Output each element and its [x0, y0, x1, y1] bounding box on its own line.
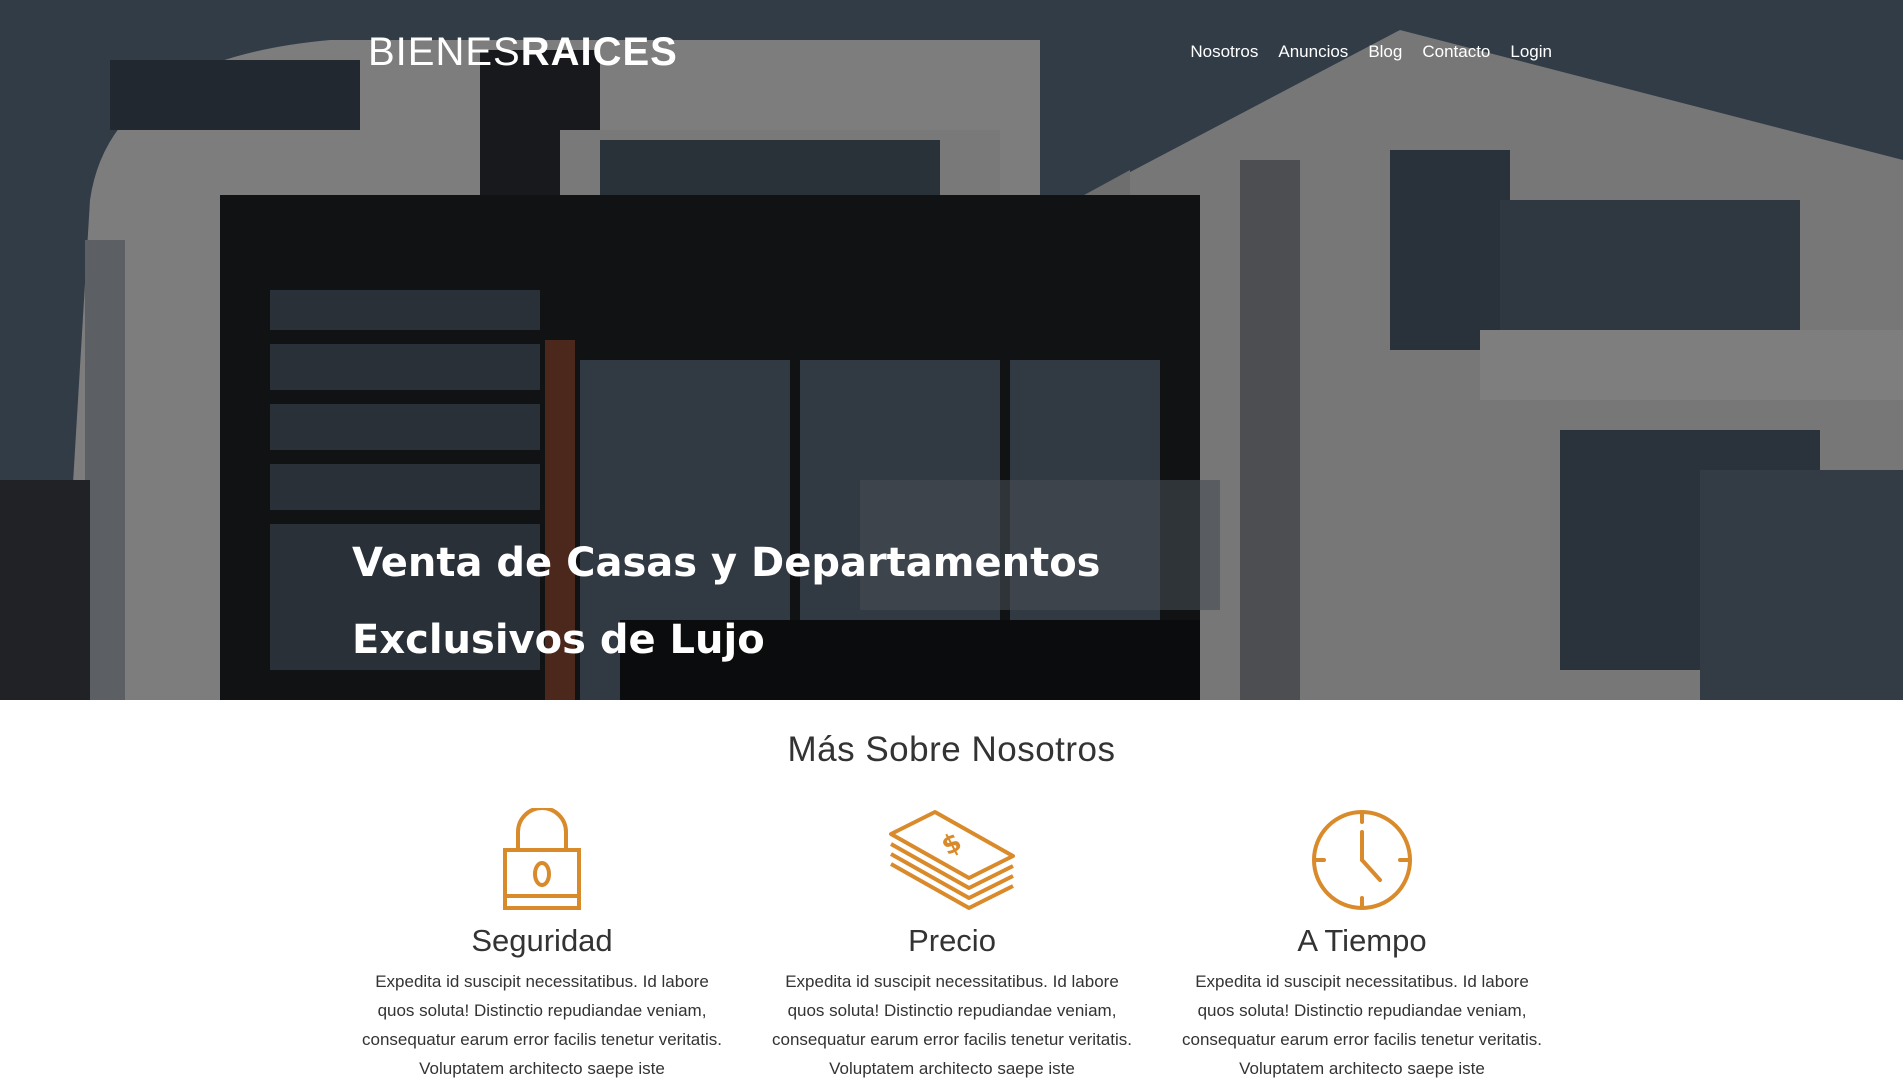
nav-link-login[interactable]: Login: [1510, 42, 1552, 62]
feature-text: Expedita id suscipit necessitatibus. Id …: [1182, 972, 1542, 1078]
nav-link-blog[interactable]: Blog: [1368, 42, 1402, 62]
nav-link-anuncios[interactable]: Anuncios: [1278, 42, 1348, 62]
logo-light-text: BIENES: [368, 30, 521, 74]
features-row: Seguridad Expedita id suscipit necessita…: [352, 808, 1552, 1080]
feature-card: Seguridad Expedita id suscipit necessita…: [352, 808, 732, 1080]
hero-section: BIENESRAICES Nosotros Anuncios Blog Cont…: [0, 0, 1903, 700]
feature-title: A Tiempo: [1297, 923, 1427, 958]
nav-link-contacto[interactable]: Contacto: [1422, 42, 1490, 62]
svg-text:$: $: [937, 827, 967, 862]
logo-bold-text: RAICES: [520, 30, 678, 74]
about-heading: Más Sobre Nosotros: [787, 730, 1116, 769]
hero-heading-line2: Exclusivos de Lujo: [352, 617, 765, 663]
site-header: BIENESRAICES Nosotros Anuncios Blog Cont…: [368, 28, 1552, 76]
feature-card: $ Precio Expedita id suscipit necessitat…: [762, 808, 1142, 1080]
feature-text: Expedita id suscipit necessitatibus. Id …: [362, 972, 722, 1078]
feature-title: Seguridad: [471, 923, 613, 958]
site-logo[interactable]: BIENESRAICES: [368, 28, 678, 76]
nav-link-nosotros[interactable]: Nosotros: [1190, 42, 1258, 62]
clock-icon: [1172, 808, 1552, 916]
hero-heading: Venta de Casas y Departamentos Exclusivo…: [352, 525, 1252, 679]
about-section: Más Sobre Nosotros Seguridad Expedita id…: [0, 700, 1903, 1080]
feature-card: A Tiempo Expedita id suscipit necessitat…: [1172, 808, 1552, 1080]
hero-heading-line1: Venta de Casas y Departamentos: [352, 540, 1101, 586]
lock-icon: [352, 808, 732, 916]
feature-title: Precio: [908, 923, 996, 958]
main-nav: Nosotros Anuncios Blog Contacto Login: [1190, 42, 1552, 62]
money-stack-icon: $: [762, 808, 1142, 916]
feature-text: Expedita id suscipit necessitatibus. Id …: [772, 972, 1132, 1078]
